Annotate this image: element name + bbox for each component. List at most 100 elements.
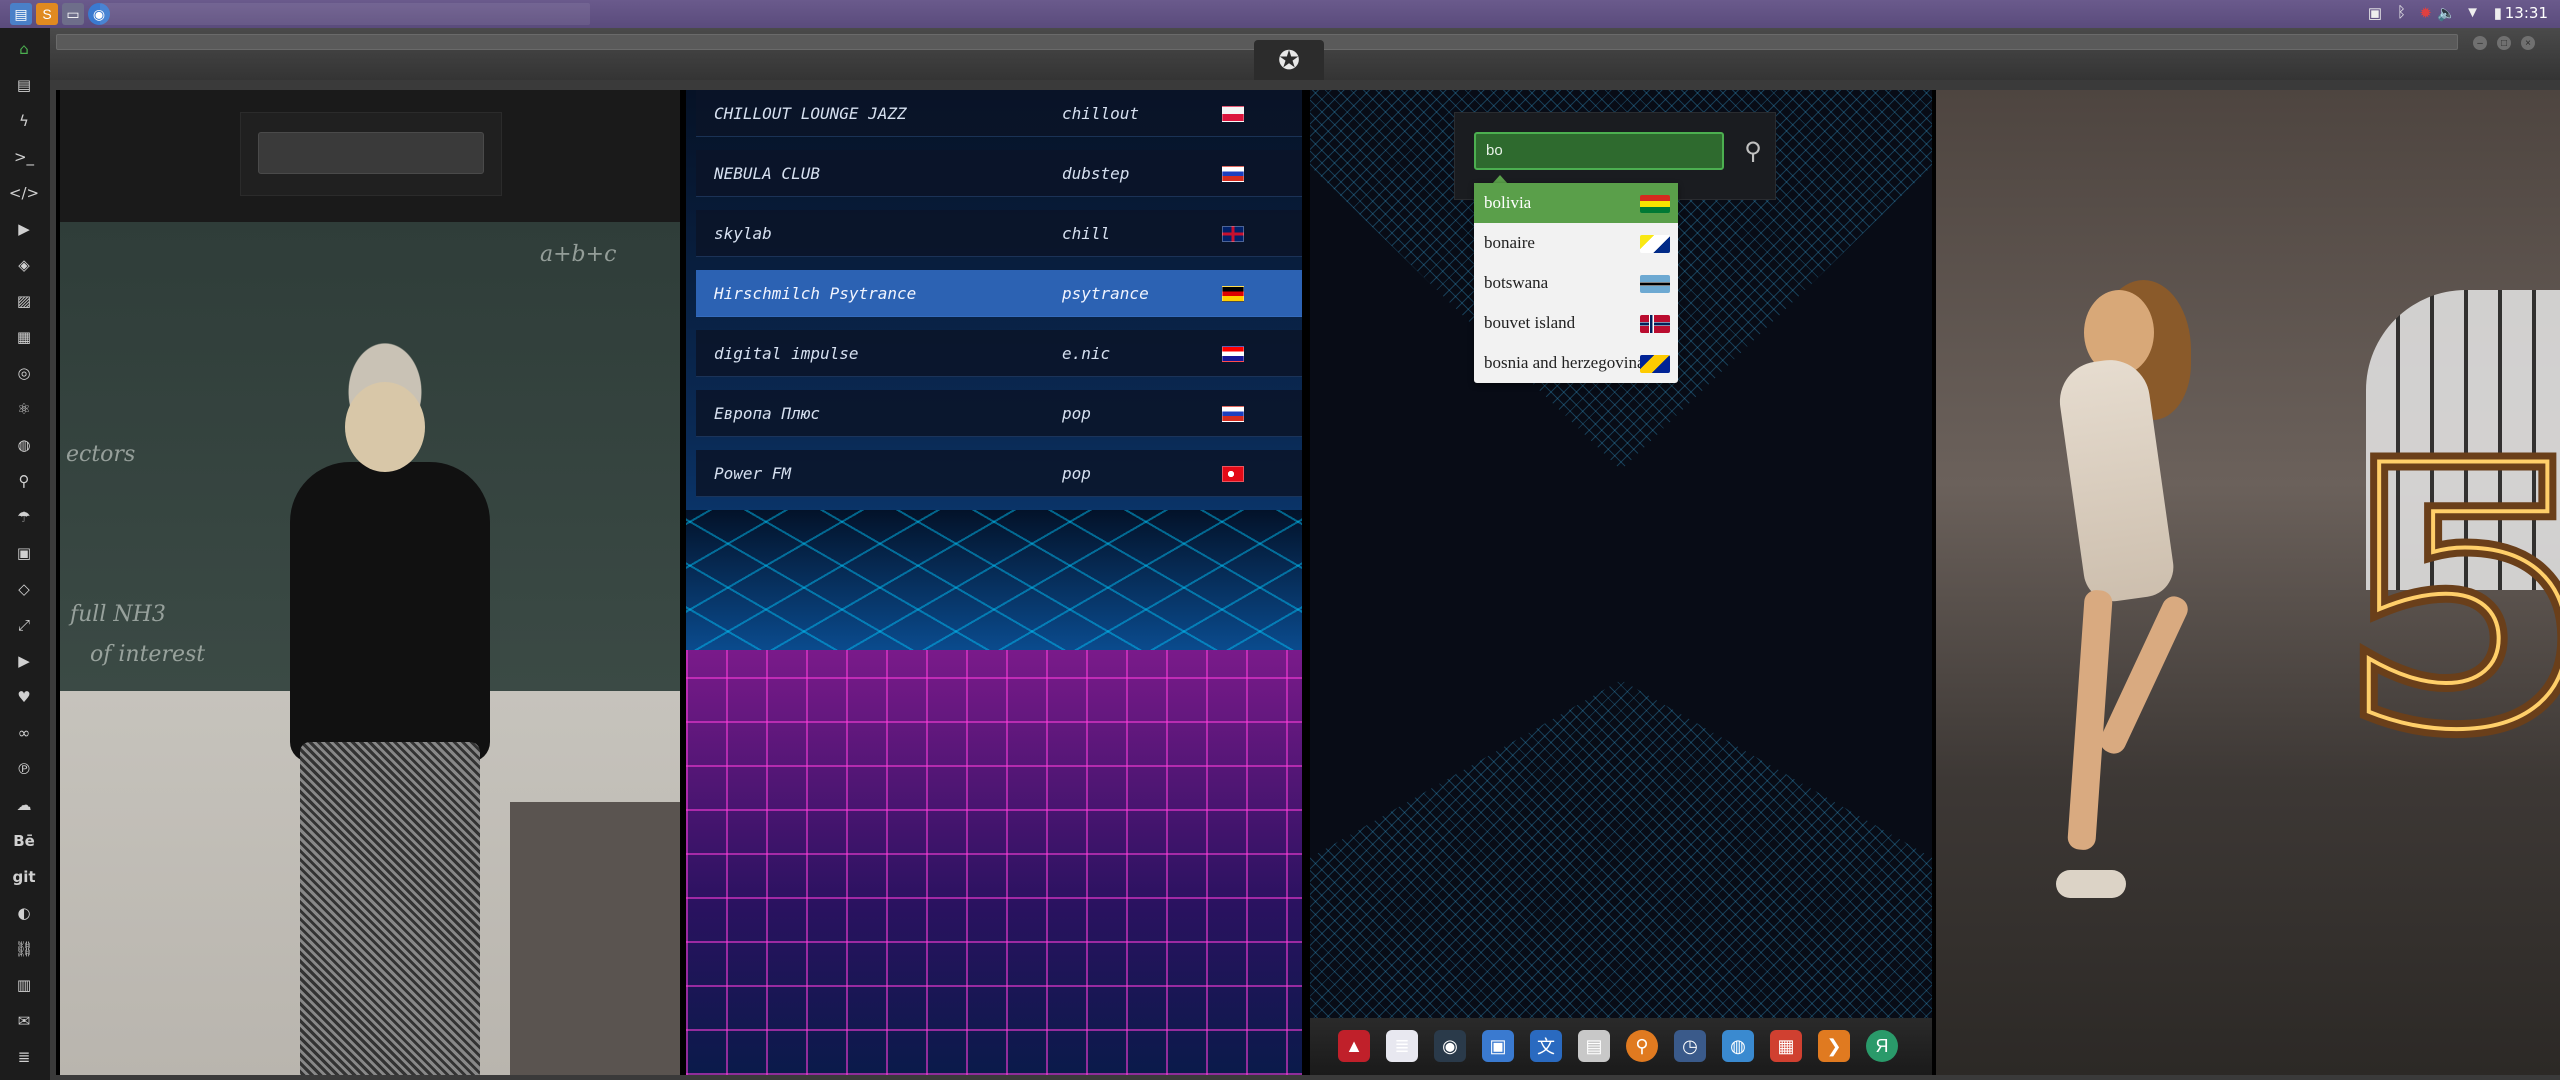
station-row[interactable]: skylab chill	[696, 210, 1302, 257]
wifi-icon[interactable]: ▼	[2465, 4, 2480, 21]
bouvet-island-flag-icon	[1640, 315, 1670, 333]
model-sneaker	[2056, 870, 2126, 898]
chalk-text: a+b+c	[540, 242, 617, 267]
text-editor-icon[interactable]: ≣	[1386, 1030, 1418, 1062]
git-icon[interactable]: git	[11, 864, 37, 890]
turkey-flag-icon	[1222, 466, 1244, 482]
radio-icon[interactable]: ◎	[11, 360, 37, 386]
station-genre: pop	[1062, 463, 1091, 483]
app-dock: ▲ ≣ ◉ ▣ 文 ▤ ⚲ ◷ ◍ ▦ ❯ Я	[1310, 1018, 1932, 1075]
station-row[interactable]: CHILLOUT LOUNGE JAZZ chillout	[696, 90, 1302, 137]
station-name: Европа Плюс	[714, 403, 820, 423]
tag-icon[interactable]: ◇	[11, 576, 37, 602]
station-genre: pop	[1062, 403, 1091, 423]
rebel-alliance-tab[interactable]: ✪	[1254, 40, 1324, 80]
bolt-icon[interactable]: ϟ	[11, 108, 37, 134]
document-icon[interactable]: ▤	[11, 72, 37, 98]
search-panel: bo ⚲ bolivia bonaire botswana bouvet island…	[1310, 90, 1932, 1075]
image-icon[interactable]: ▣	[2368, 4, 2382, 22]
station-genre: psytrance	[1062, 283, 1149, 303]
clock-icon[interactable]: ◷	[1674, 1030, 1706, 1062]
expand-icon[interactable]: ⤢	[11, 612, 37, 638]
croatia-flag-icon	[1222, 346, 1244, 362]
station-genre: chill	[1062, 223, 1111, 243]
infinity-icon[interactable]: ∞	[11, 720, 37, 746]
geometric-pattern	[1310, 680, 1932, 1075]
station-name: skylab	[714, 223, 772, 243]
heart-icon[interactable]: ♥	[11, 684, 37, 710]
station-row[interactable]: digital impulse e.nic	[696, 330, 1302, 377]
image-icon[interactable]: ▨	[11, 288, 37, 314]
text-input[interactable]	[258, 132, 484, 174]
magnifier-icon[interactable]: ⚲	[1626, 1030, 1658, 1062]
russia-flag-icon	[1222, 166, 1244, 182]
chalk-text: ectors	[66, 442, 136, 467]
settings-icon[interactable]: ✹	[2419, 4, 2432, 22]
translate-icon[interactable]: 文	[1530, 1030, 1562, 1062]
bluetooth-icon[interactable]: ᛒ	[2397, 4, 2406, 21]
volume-icon[interactable]: 🔈	[2437, 4, 2456, 22]
search-icon[interactable]: ⚲	[11, 468, 37, 494]
sublime-icon[interactable]: S	[36, 3, 58, 25]
news-icon[interactable]: ▦	[11, 324, 37, 350]
model-leg	[2066, 589, 2114, 851]
chalk-text: of interest	[90, 642, 206, 667]
station-row[interactable]: Power FM pop	[696, 450, 1302, 497]
umbrella-icon[interactable]: ☂	[11, 504, 37, 530]
station-row[interactable]: Hirschmilch Psytrance psytrance	[696, 270, 1302, 317]
yandex-icon[interactable]: Я	[1866, 1030, 1898, 1062]
pinterest-icon[interactable]: ℗	[11, 756, 37, 782]
suggestion-item[interactable]: bonaire	[1474, 223, 1678, 263]
calendar-icon[interactable]: ▦	[1770, 1030, 1802, 1062]
cloud-icon[interactable]: ☁	[11, 792, 37, 818]
search-icon[interactable]: ⚲	[1736, 134, 1770, 168]
window-switcher-icon[interactable]: ▭	[62, 3, 84, 25]
contact-icon[interactable]: ▣	[11, 540, 37, 566]
files-icon[interactable]: ▤	[10, 3, 32, 25]
acrobat-icon[interactable]: ▲	[1338, 1030, 1370, 1062]
suggestion-item[interactable]: bouvet island	[1474, 303, 1678, 343]
suggestion-label: bolivia	[1484, 193, 1532, 212]
github-icon[interactable]: ◐	[11, 900, 37, 926]
country-search-input[interactable]: bo	[1474, 132, 1724, 170]
suggestion-label: bosnia and herzegovina	[1484, 353, 1645, 372]
home-icon[interactable]: ⌂	[11, 36, 37, 62]
close-button[interactable]: ×	[2521, 36, 2535, 50]
link-icon[interactable]: ⛓	[11, 936, 37, 962]
uk-flag-icon	[1222, 226, 1244, 242]
play-icon[interactable]: ▶	[11, 216, 37, 242]
suggestion-item[interactable]: bosnia and herzegovina	[1474, 343, 1678, 383]
code-icon[interactable]: </>	[9, 180, 39, 206]
station-genre: dubstep	[1062, 163, 1130, 183]
panel-header	[60, 90, 680, 222]
station-row[interactable]: Европа Плюс pop	[696, 390, 1302, 437]
station-row[interactable]: NEBULA CLUB dubstep	[696, 150, 1302, 197]
browser-icon[interactable]: ◍	[1722, 1030, 1754, 1062]
youtube-icon[interactable]: ▶	[11, 648, 37, 674]
suggestion-item[interactable]: botswana	[1474, 263, 1678, 303]
battery-icon[interactable]: ▮	[2494, 4, 2502, 22]
system-monitor-icon[interactable]: ◉	[1434, 1030, 1466, 1062]
minimize-button[interactable]: –	[2473, 36, 2487, 50]
globe-icon[interactable]: ◍	[11, 432, 37, 458]
map-icon[interactable]: ▥	[11, 972, 37, 998]
terminal-icon[interactable]: >_	[11, 144, 37, 170]
maximize-button[interactable]: □	[2497, 36, 2511, 50]
behance-icon[interactable]: Bē	[11, 828, 37, 854]
news-reader-icon[interactable]: ▤	[1578, 1030, 1610, 1062]
chalk-text: full NH3	[70, 602, 166, 627]
suggestion-label: bonaire	[1484, 233, 1535, 252]
taskbar-window-list[interactable]	[100, 3, 590, 25]
rebel-alliance-icon: ✪	[1278, 44, 1300, 75]
suggestion-item[interactable]: bolivia	[1474, 183, 1678, 223]
server-icon[interactable]: ≣	[11, 1044, 37, 1070]
clock[interactable]: 13:31	[2505, 4, 2548, 22]
suggestion-label: bouvet island	[1484, 313, 1576, 332]
react-icon[interactable]: ⚛	[11, 396, 37, 422]
image-viewer-icon[interactable]: ▣	[1482, 1030, 1514, 1062]
mail-icon[interactable]: ✉	[11, 1008, 37, 1034]
autocomplete-dropdown: bolivia bonaire botswana bouvet island bosni…	[1474, 183, 1678, 383]
system-top-bar: ▤ S ▭ ◉ ▣ ᛒ ✹ 🔈 ▼ ▮ 13:31	[0, 0, 2560, 29]
dropbox-icon[interactable]: ◈	[11, 252, 37, 278]
arrow-app-icon[interactable]: ❯	[1818, 1030, 1850, 1062]
